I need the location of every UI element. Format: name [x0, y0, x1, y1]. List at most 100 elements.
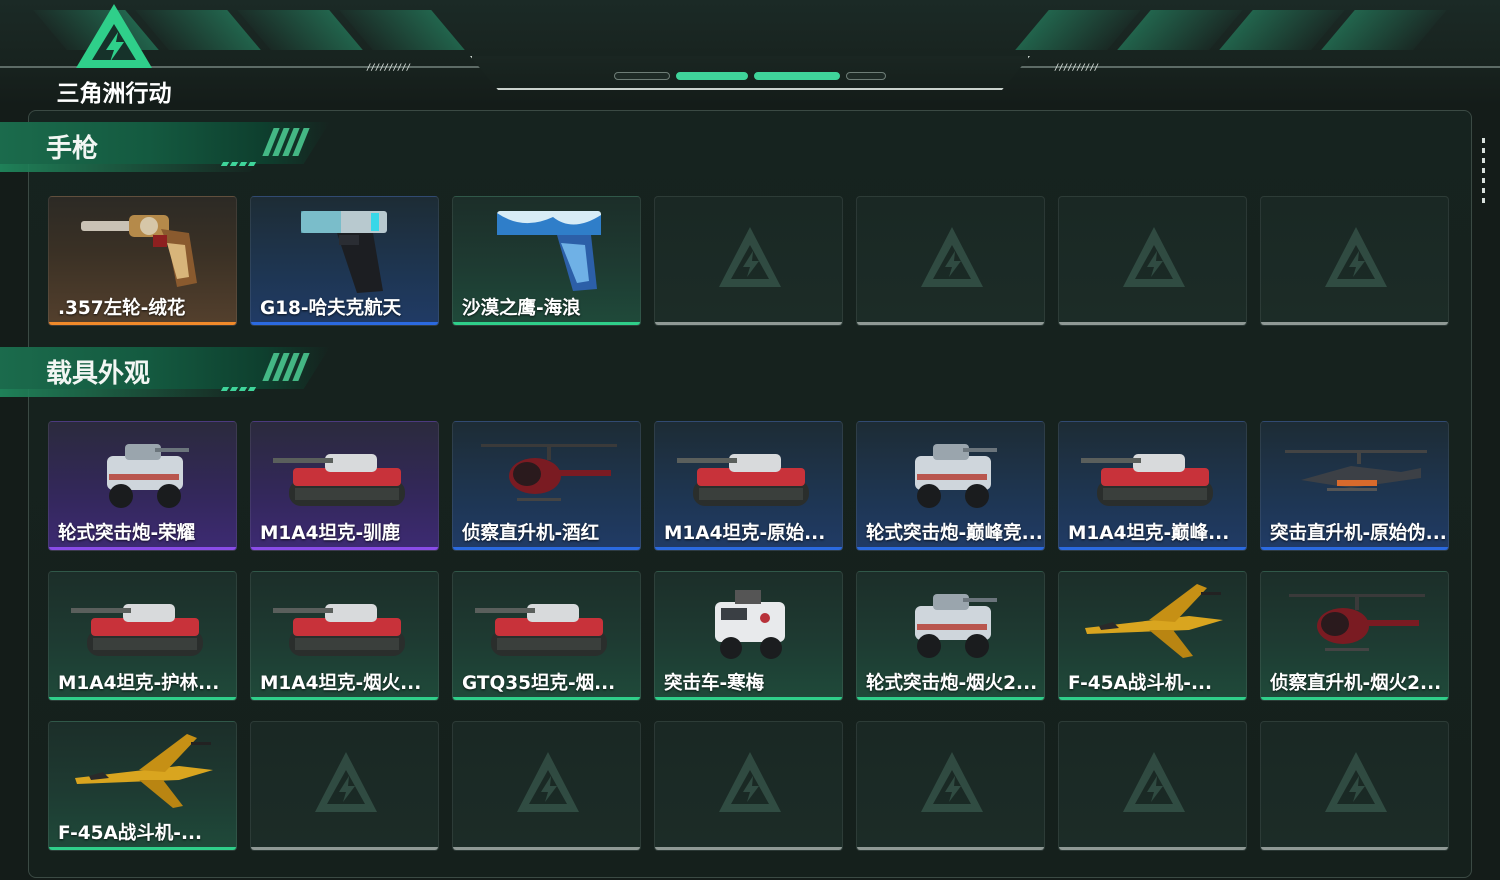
- rarity-bar: [251, 697, 438, 700]
- rarity-bar: [49, 847, 236, 850]
- item-card[interactable]: 突击直升机-原始伪...: [1260, 421, 1449, 551]
- item-card[interactable]: F-45A战斗机-...: [48, 721, 237, 851]
- vehicle-grid: 轮式突击炮-荣耀 M1A4坦克-驯鹿 侦察直升机-酒红 M1A4坦克-原始... 轮式突…: [48, 421, 1449, 851]
- tank-icon: [271, 428, 421, 520]
- item-card[interactable]: 轮式突击炮-巅峰竞...: [856, 421, 1045, 551]
- item-card[interactable]: M1A4坦克-驯鹿: [250, 421, 439, 551]
- item-card[interactable]: .357左轮-绒花: [48, 196, 237, 326]
- rarity-bar: [857, 547, 1044, 550]
- rarity-bar: [1261, 697, 1448, 700]
- item-name: 侦察直升机-烟火2...: [1270, 673, 1442, 694]
- rarity-bar: [251, 322, 438, 325]
- item-name: 突击直升机-原始伪...: [1270, 523, 1447, 544]
- item-name: M1A4坦克-驯鹿: [260, 523, 401, 544]
- rarity-bar: [1059, 697, 1246, 700]
- revolver-icon: [69, 203, 219, 295]
- item-card[interactable]: F-45A战斗机-...: [1058, 571, 1247, 701]
- placeholder-logo-icon: [1323, 225, 1389, 291]
- rarity-bar: [655, 547, 842, 550]
- item-card[interactable]: M1A4坦克-巅峰...: [1058, 421, 1247, 551]
- rarity-bar: [1059, 847, 1246, 850]
- item-name: M1A4坦克-护林...: [58, 673, 220, 694]
- empty-slot: [452, 721, 641, 851]
- delta-logo-icon: [76, 4, 152, 68]
- empty-slot: [250, 721, 439, 851]
- desert-eagle-icon: [473, 203, 623, 295]
- rarity-bar: [655, 322, 842, 325]
- assault-vehicle-icon: [675, 578, 825, 670]
- header-ticks-left: //////////: [366, 63, 411, 73]
- empty-slot: [1058, 196, 1247, 326]
- item-card[interactable]: M1A4坦克-护林...: [48, 571, 237, 701]
- item-name: M1A4坦克-烟火...: [260, 673, 422, 694]
- item-name: M1A4坦克-原始...: [664, 523, 826, 544]
- logo-text: 三角洲行动: [56, 81, 172, 107]
- item-card[interactable]: M1A4坦克-原始...: [654, 421, 843, 551]
- placeholder-logo-icon: [1121, 750, 1187, 816]
- item-card[interactable]: 轮式突击炮-烟火2...: [856, 571, 1045, 701]
- pistol-icon: [271, 203, 421, 295]
- placeholder-logo-icon: [919, 750, 985, 816]
- rarity-bar: [453, 847, 640, 850]
- rarity-bar: [655, 697, 842, 700]
- placeholder-logo-icon: [717, 225, 783, 291]
- item-name: M1A4坦克-巅峰...: [1068, 523, 1230, 544]
- top-header: ////////// ////////// 三角洲行动: [0, 0, 1500, 107]
- fighter-jet-icon: [69, 728, 219, 820]
- armored-car-icon: [877, 428, 1027, 520]
- item-card[interactable]: M1A4坦克-烟火...: [250, 571, 439, 701]
- placeholder-logo-icon: [1121, 225, 1187, 291]
- item-card[interactable]: 突击车-寒梅: [654, 571, 843, 701]
- rarity-bar: [251, 847, 438, 850]
- pistol-grid: .357左轮-绒花 G18-哈夫克航天 沙漠之鹰-海浪: [48, 196, 1449, 326]
- empty-slot: [654, 721, 843, 851]
- item-name: 沙漠之鹰-海浪: [462, 298, 581, 319]
- rarity-bar: [49, 697, 236, 700]
- item-card[interactable]: GTQ35坦克-烟...: [452, 571, 641, 701]
- empty-slot: [1260, 721, 1449, 851]
- scrollbar-handle[interactable]: [1482, 138, 1485, 203]
- rarity-bar: [857, 322, 1044, 325]
- item-name: 轮式突击炮-巅峰竞...: [866, 523, 1043, 544]
- rarity-bar: [857, 847, 1044, 850]
- tank-icon: [473, 578, 623, 670]
- item-name: .357左轮-绒花: [58, 298, 186, 319]
- item-name: 突击车-寒梅: [664, 673, 765, 694]
- game-logo: 三角洲行动: [44, 2, 184, 107]
- header-ticks-right: //////////: [1054, 63, 1099, 73]
- rarity-bar: [49, 322, 236, 325]
- rarity-bar: [251, 547, 438, 550]
- rarity-bar: [453, 697, 640, 700]
- empty-slot: [856, 196, 1045, 326]
- section-header-pistols: 手枪: [0, 122, 330, 174]
- section-header-vehicles: 载具外观: [0, 347, 330, 399]
- rarity-bar: [453, 322, 640, 325]
- rarity-bar: [1059, 547, 1246, 550]
- rarity-bar: [1261, 322, 1448, 325]
- rarity-bar: [49, 547, 236, 550]
- placeholder-logo-icon: [313, 750, 379, 816]
- item-name: F-45A战斗机-...: [58, 823, 203, 844]
- item-name: F-45A战斗机-...: [1068, 673, 1213, 694]
- item-name: 侦察直升机-酒红: [462, 523, 600, 544]
- item-name: 轮式突击炮-荣耀: [58, 523, 196, 544]
- attack-helicopter-icon: [1281, 428, 1431, 520]
- rarity-bar: [453, 547, 640, 550]
- helicopter-icon: [473, 428, 623, 520]
- rarity-bar: [1059, 322, 1246, 325]
- placeholder-logo-icon: [717, 750, 783, 816]
- section-title: 载具外观: [46, 359, 151, 389]
- rarity-bar: [1261, 847, 1448, 850]
- item-card[interactable]: 沙漠之鹰-海浪: [452, 196, 641, 326]
- tank-icon: [69, 578, 219, 670]
- armored-car-icon: [69, 428, 219, 520]
- empty-slot: [654, 196, 843, 326]
- item-card[interactable]: 侦察直升机-烟火2...: [1260, 571, 1449, 701]
- header-stripes-right: [1015, 10, 1447, 54]
- item-card[interactable]: G18-哈夫克航天: [250, 196, 439, 326]
- placeholder-logo-icon: [1323, 750, 1389, 816]
- rarity-bar: [857, 697, 1044, 700]
- item-card[interactable]: 轮式突击炮-荣耀: [48, 421, 237, 551]
- item-card[interactable]: 侦察直升机-酒红: [452, 421, 641, 551]
- tank-icon: [675, 428, 825, 520]
